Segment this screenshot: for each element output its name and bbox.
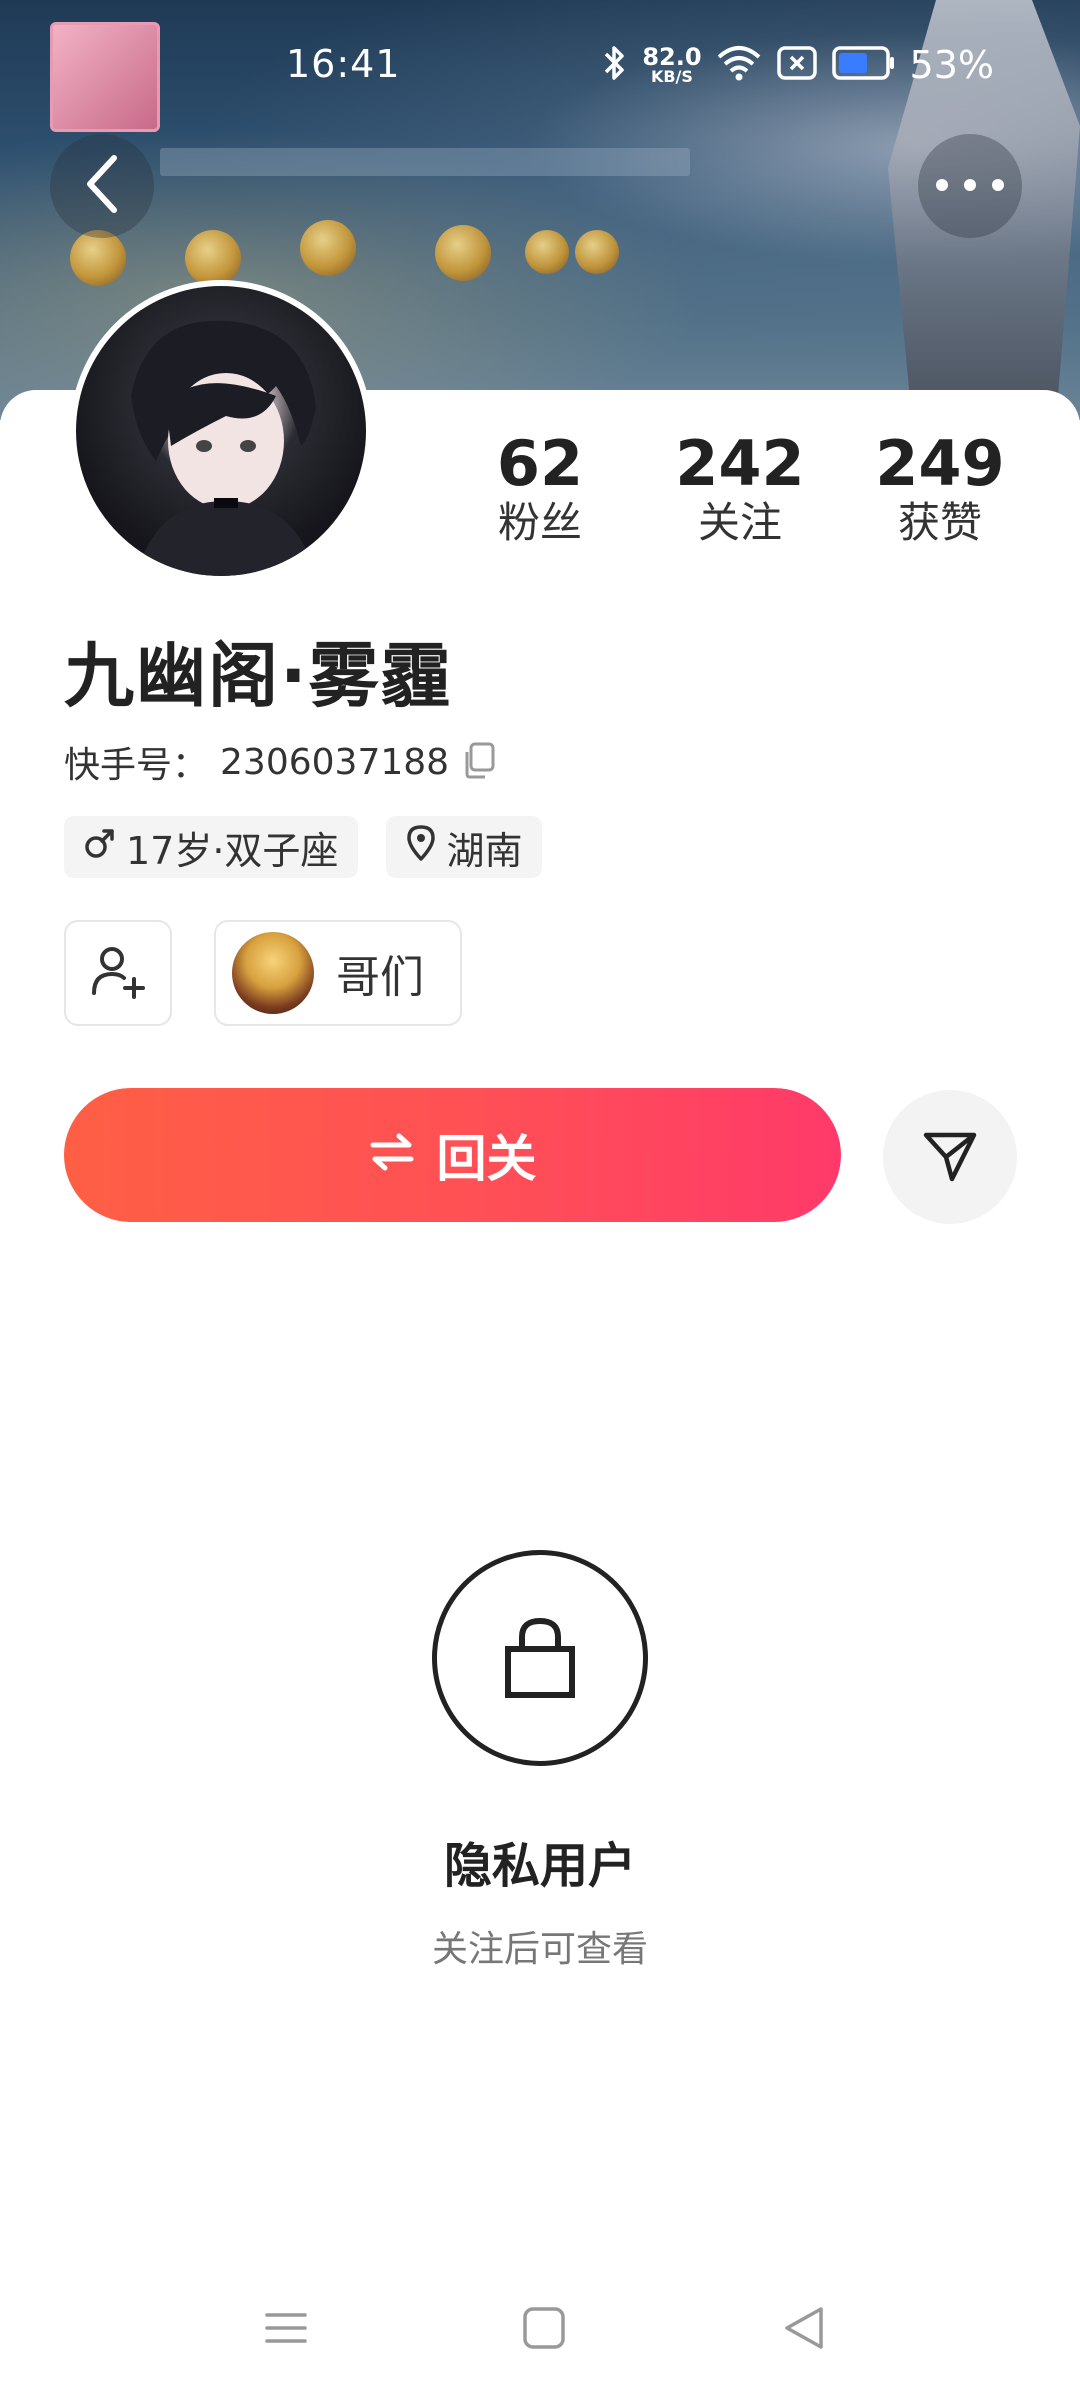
profile-tags: 17岁·双子座 湖南 bbox=[64, 816, 543, 878]
private-account-title: 隐私用户 bbox=[443, 1838, 636, 1894]
follow-back-button[interactable]: 回关 bbox=[64, 1088, 841, 1222]
back-button[interactable] bbox=[50, 134, 154, 238]
send-icon bbox=[920, 1125, 980, 1189]
stat-likes[interactable]: 249 获赞 bbox=[840, 427, 1040, 570]
follow-back-label: 回关 bbox=[436, 1130, 537, 1188]
battery-icon bbox=[831, 43, 896, 87]
user-id-value: 2306037188 bbox=[220, 741, 450, 783]
add-friend-button[interactable] bbox=[64, 920, 172, 1026]
location-pin-icon bbox=[406, 824, 436, 871]
profile-name: 九幽阁·雾霾 bbox=[64, 635, 453, 717]
swap-arrows-icon bbox=[369, 1126, 415, 1184]
following-label: 关注 bbox=[697, 498, 782, 548]
age-zodiac-text: 17岁·双子座 bbox=[126, 828, 339, 873]
status-icons: 82.0 KB/S 53% bbox=[602, 40, 994, 90]
medal-icon bbox=[525, 230, 569, 274]
likes-label: 获赞 bbox=[897, 498, 982, 548]
more-button[interactable] bbox=[918, 134, 1022, 238]
private-account-subtitle: 关注后可查看 bbox=[431, 1929, 648, 1970]
menu-icon bbox=[263, 2305, 309, 2355]
private-lock-badge bbox=[432, 1550, 648, 1766]
status-bar: 16:41 82.0 KB/S 53% bbox=[0, 30, 1080, 100]
copy-icon[interactable] bbox=[461, 740, 497, 784]
battery-percent: 53% bbox=[909, 43, 994, 87]
stat-following[interactable]: 242 关注 bbox=[640, 427, 840, 570]
location-tag: 湖南 bbox=[386, 816, 543, 878]
followers-label: 粉丝 bbox=[497, 498, 582, 548]
lock-icon bbox=[500, 1611, 580, 1705]
square-icon bbox=[521, 2305, 567, 2355]
add-user-icon bbox=[88, 941, 148, 1005]
stat-followers[interactable]: 62 粉丝 bbox=[440, 427, 640, 570]
followers-count: 62 bbox=[496, 427, 584, 500]
group-avatar bbox=[232, 932, 314, 1014]
cover-strip bbox=[160, 148, 690, 176]
bluetooth-icon bbox=[602, 43, 628, 87]
medal-icon bbox=[185, 230, 241, 286]
following-count: 242 bbox=[675, 427, 805, 500]
group-button[interactable]: 哥们 bbox=[214, 920, 462, 1026]
triangle-back-icon bbox=[781, 2305, 827, 2355]
no-sim-icon bbox=[776, 43, 818, 87]
location-text: 湖南 bbox=[446, 828, 523, 873]
wifi-icon bbox=[716, 43, 762, 87]
age-zodiac-tag: 17岁·双子座 bbox=[64, 816, 359, 878]
chevron-left-icon bbox=[82, 154, 122, 218]
more-dots-icon bbox=[935, 177, 1005, 196]
group-label: 哥们 bbox=[336, 952, 424, 1003]
medal-icon bbox=[70, 230, 126, 286]
avatar-image bbox=[76, 286, 366, 576]
send-message-button[interactable] bbox=[883, 1090, 1017, 1224]
home-button[interactable] bbox=[514, 2300, 574, 2360]
medal-icon bbox=[435, 225, 491, 281]
social-actions: 哥们 bbox=[64, 920, 462, 1026]
status-time: 16:41 bbox=[286, 42, 401, 86]
cover-medals bbox=[60, 220, 660, 300]
likes-count: 249 bbox=[875, 427, 1005, 500]
nav-back-button[interactable] bbox=[774, 2300, 834, 2360]
profile-stats: 62 粉丝 242 关注 249 获赞 bbox=[440, 427, 1040, 570]
user-id-label: 快手号： bbox=[64, 745, 209, 786]
user-id-row: 快手号： 2306037188 bbox=[64, 736, 497, 788]
recent-apps-button[interactable] bbox=[256, 2300, 316, 2360]
network-speed: 82.0 KB/S bbox=[642, 43, 702, 86]
avatar[interactable] bbox=[70, 280, 372, 582]
male-icon bbox=[84, 825, 116, 870]
profile-screen: 16:41 82.0 KB/S 53% 62 粉丝 242 关注 249 获赞 … bbox=[0, 0, 1080, 2400]
medal-icon bbox=[300, 220, 356, 276]
medal-icon bbox=[575, 230, 619, 274]
system-nav-bar bbox=[0, 2280, 1080, 2370]
